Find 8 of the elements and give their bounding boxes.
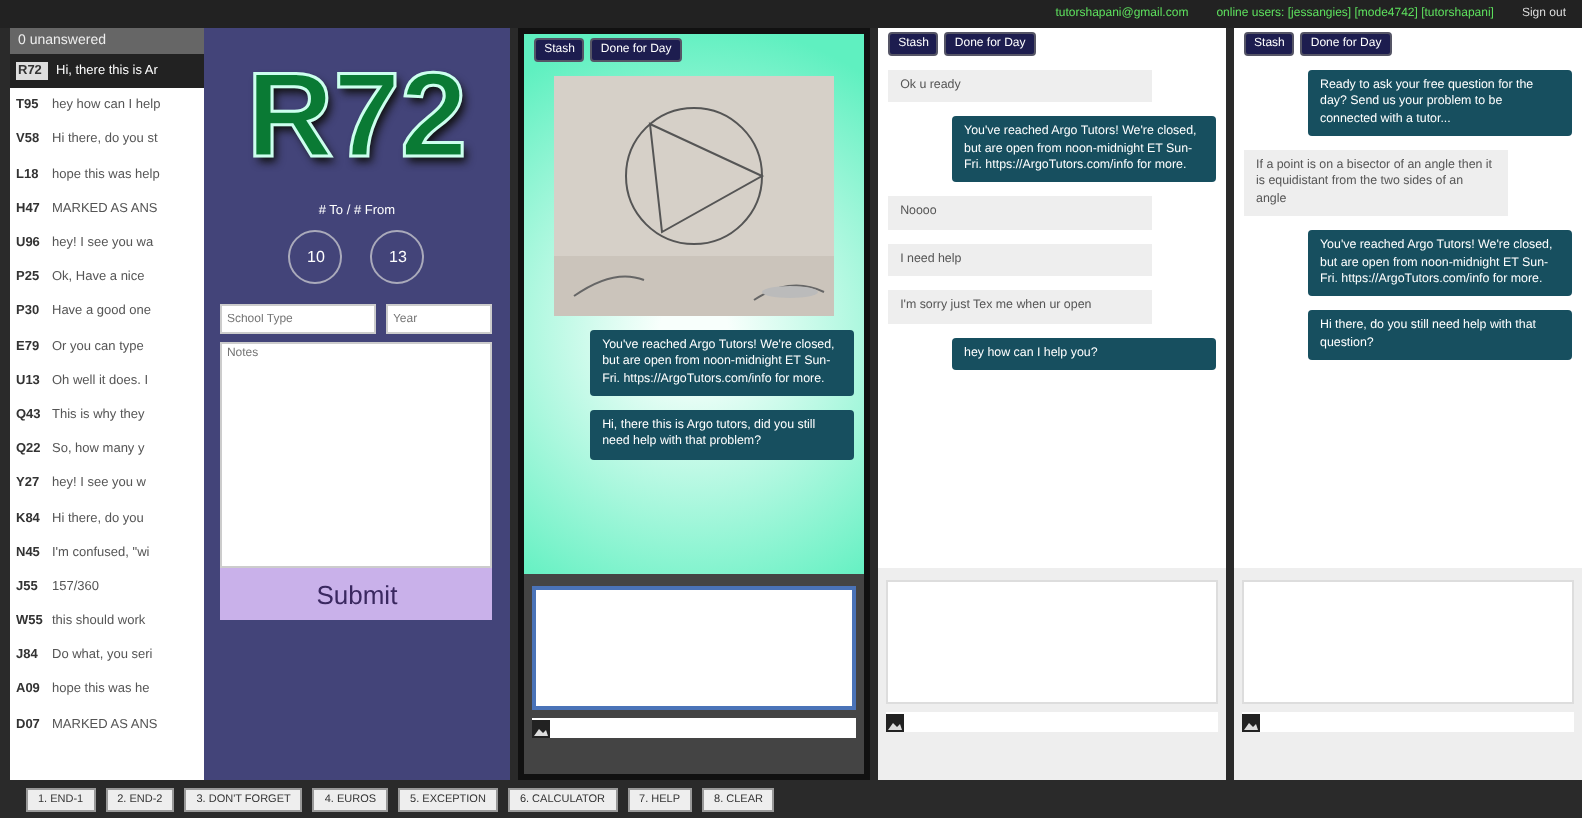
image-icon[interactable] bbox=[886, 713, 905, 731]
submit-button[interactable]: Submit bbox=[220, 568, 493, 620]
room-code: R72 bbox=[246, 56, 467, 176]
image-icon[interactable] bbox=[1242, 713, 1261, 731]
to-count: 10 bbox=[288, 230, 343, 284]
reply-field[interactable] bbox=[532, 586, 857, 710]
image-icon[interactable] bbox=[532, 719, 551, 737]
from-count: 13 bbox=[370, 230, 425, 284]
